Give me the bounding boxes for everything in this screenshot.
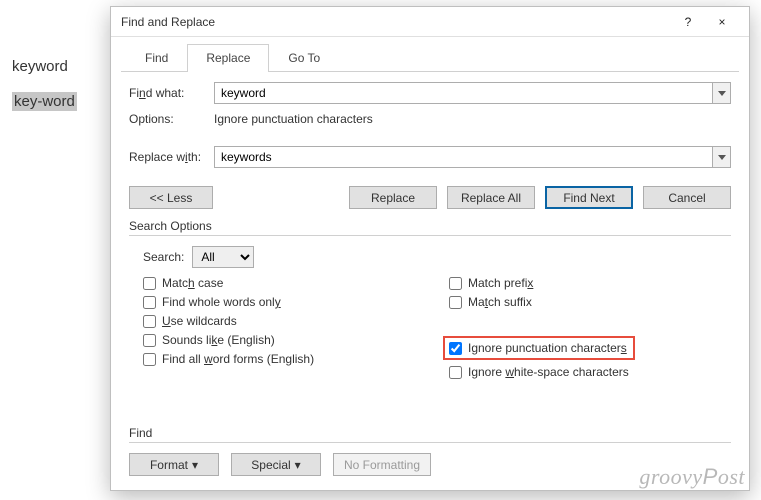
find-what-label: Find what: bbox=[129, 86, 214, 100]
action-buttons: << Less Replace Replace All Find Next Ca… bbox=[129, 186, 731, 209]
divider bbox=[129, 235, 731, 236]
checkboxes: Match case Find whole words only Use wil… bbox=[129, 276, 731, 384]
find-next-button[interactable]: Find Next bbox=[545, 186, 633, 209]
chevron-down-icon bbox=[718, 91, 726, 96]
replace-all-button[interactable]: Replace All bbox=[447, 186, 535, 209]
tab-goto-label: Go To bbox=[288, 51, 320, 65]
close-button[interactable]: × bbox=[705, 7, 739, 37]
whole-words-label: Find whole words only bbox=[162, 295, 281, 309]
format-button-label: Format bbox=[150, 458, 188, 472]
tabs: Find Replace Go To bbox=[111, 37, 749, 71]
less-button-label: << Less bbox=[150, 191, 193, 205]
tab-goto[interactable]: Go To bbox=[269, 44, 339, 72]
match-prefix-label: Match prefix bbox=[468, 276, 533, 290]
match-case-checkbox[interactable] bbox=[143, 277, 156, 290]
options-value: Ignore punctuation characters bbox=[214, 112, 373, 126]
no-formatting-button: No Formatting bbox=[333, 453, 431, 476]
sounds-like-checkbox[interactable] bbox=[143, 334, 156, 347]
doc-word-2-highlighted: key-word bbox=[12, 92, 77, 111]
match-suffix-checkbox[interactable] bbox=[449, 296, 462, 309]
tab-replace-label: Replace bbox=[206, 51, 250, 65]
find-next-button-label: Find Next bbox=[563, 191, 614, 205]
chevron-down-icon bbox=[718, 155, 726, 160]
match-suffix-label: Match suffix bbox=[468, 295, 532, 309]
divider bbox=[129, 442, 731, 443]
wildcards-label: Use wildcards bbox=[162, 314, 237, 328]
cancel-button-label: Cancel bbox=[668, 191, 705, 205]
ignore-punctuation-checkbox[interactable] bbox=[449, 342, 462, 355]
cancel-button[interactable]: Cancel bbox=[643, 186, 731, 209]
no-formatting-label: No Formatting bbox=[344, 458, 420, 472]
search-options-label: Search Options bbox=[129, 219, 731, 233]
find-replace-dialog: Find and Replace ? × Find Replace Go To … bbox=[110, 6, 750, 491]
replace-button[interactable]: Replace bbox=[349, 186, 437, 209]
ignore-punctuation-label: Ignore punctuation characters bbox=[468, 341, 627, 355]
ignore-whitespace-checkbox[interactable] bbox=[449, 366, 462, 379]
find-section-label: Find bbox=[129, 426, 731, 440]
caret-down-icon: ▾ bbox=[192, 458, 198, 472]
replace-button-label: Replace bbox=[371, 191, 415, 205]
special-button-label: Special bbox=[251, 458, 290, 472]
watermark: groovyPost bbox=[639, 464, 745, 490]
options-label: Options: bbox=[129, 112, 214, 126]
word-forms-checkbox[interactable] bbox=[143, 353, 156, 366]
find-what-dropdown[interactable] bbox=[713, 82, 731, 104]
dialog-title: Find and Replace bbox=[121, 15, 671, 29]
replace-with-label: Replace with: bbox=[129, 150, 214, 164]
format-button[interactable]: Format ▾ bbox=[129, 453, 219, 476]
sounds-like-label: Sounds like (English) bbox=[162, 333, 275, 347]
search-direction-select[interactable]: All bbox=[192, 246, 254, 268]
dialog-body: Find what: Options: Ignore punctuation c… bbox=[111, 72, 749, 490]
wildcards-checkbox[interactable] bbox=[143, 315, 156, 328]
replace-with-input[interactable] bbox=[214, 146, 713, 168]
tab-replace[interactable]: Replace bbox=[187, 44, 269, 72]
word-forms-label: Find all word forms (English) bbox=[162, 352, 314, 366]
ignore-whitespace-label: Ignore white-space characters bbox=[468, 365, 629, 379]
help-button[interactable]: ? bbox=[671, 7, 705, 37]
caret-down-icon: ▾ bbox=[295, 458, 301, 472]
titlebar: Find and Replace ? × bbox=[111, 7, 749, 37]
find-what-input[interactable] bbox=[214, 82, 713, 104]
match-case-label: Match case bbox=[162, 276, 223, 290]
replace-with-dropdown[interactable] bbox=[713, 146, 731, 168]
tab-find[interactable]: Find bbox=[126, 44, 187, 72]
replace-all-button-label: Replace All bbox=[461, 191, 521, 205]
tab-find-label: Find bbox=[145, 51, 168, 65]
whole-words-checkbox[interactable] bbox=[143, 296, 156, 309]
special-button[interactable]: Special ▾ bbox=[231, 453, 321, 476]
match-prefix-checkbox[interactable] bbox=[449, 277, 462, 290]
less-button[interactable]: << Less bbox=[129, 186, 213, 209]
search-label: Search: bbox=[143, 250, 184, 264]
